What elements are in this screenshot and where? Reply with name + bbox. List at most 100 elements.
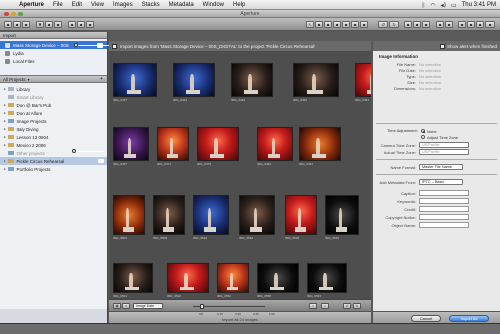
thumbnail-image[interactable] (167, 263, 209, 293)
menu-window[interactable]: Window (203, 2, 224, 8)
thumbnail[interactable]: IMG_0497 (299, 127, 341, 166)
show-alert-checkbox[interactable] (439, 43, 445, 49)
thumbnail[interactable]: IMG_0484 (257, 127, 293, 166)
split-view-button[interactable]: ▪ (413, 21, 421, 28)
import-button[interactable]: ▼ (36, 21, 44, 28)
thumbnail-image[interactable] (285, 195, 317, 235)
grid-view-button[interactable]: ▦ (113, 303, 121, 309)
thumbnail-image[interactable] (193, 195, 229, 235)
volume-icon[interactable]: ◂) (441, 2, 446, 9)
thumbnail-image[interactable] (307, 263, 347, 293)
patch-tool-button[interactable]: ▪ (351, 21, 359, 28)
chevron-down-icon[interactable]: ▾ (28, 77, 30, 82)
unstack-button[interactable]: ▪ (77, 21, 85, 28)
import-all-button[interactable]: Import All (449, 315, 489, 322)
rotate-right-small-button[interactable]: ↻ (353, 303, 361, 309)
project-item-dons-pub[interactable]: ▸ Don @ Bar's Pub (0, 101, 107, 109)
project-item-don-allure[interactable]: ▸ Don at Allure (0, 109, 107, 117)
thumbnail-image[interactable] (355, 63, 371, 97)
list-view-button[interactable]: ≡ (122, 303, 130, 309)
thumbnail[interactable]: IMG_0443 (173, 63, 215, 102)
select-all-checkbox[interactable] (112, 43, 117, 49)
redeye-tool-button[interactable]: ▪ (342, 21, 350, 28)
thumbnail-image[interactable] (113, 263, 153, 293)
menu-help[interactable]: Help (233, 2, 245, 8)
cancel-button[interactable]: Cancel (411, 315, 441, 322)
thumbnail-image[interactable] (197, 127, 239, 161)
rotate-right-button[interactable]: ↻ (389, 21, 399, 28)
menu-file[interactable]: File (53, 2, 63, 8)
thumbnail-image[interactable] (113, 127, 149, 161)
light-table-button[interactable]: ▪ (54, 21, 62, 28)
thumbnail-image[interactable] (153, 195, 185, 235)
thumbnail[interactable]: IMG_0558 (257, 263, 299, 298)
thumbnail[interactable]: IMG_0448 (231, 63, 273, 102)
thumbnail[interactable]: IMG_0541 (113, 263, 153, 298)
thumbnail-image[interactable] (239, 195, 275, 235)
apple-menu-icon[interactable] (6, 1, 14, 9)
rotate-left-small-button[interactable]: ↺ (343, 303, 351, 309)
import-source-lydia[interactable]: Lydia (0, 49, 107, 57)
thumbnail-image[interactable] (113, 63, 157, 97)
project-item-portfolio[interactable]: ▸ Portfolio Projects (0, 165, 107, 173)
caption-field[interactable] (419, 190, 469, 196)
camera-tz-select[interactable]: US/Pacific (419, 142, 469, 148)
thumbnail[interactable]: IMG_0437 (113, 63, 157, 102)
thumbnail[interactable]: IMG_0467 (113, 127, 149, 166)
credit-field[interactable] (419, 206, 469, 212)
rotate-left-button[interactable]: ↺ (378, 21, 388, 28)
bluetooth-icon[interactable]: ᛒ (422, 2, 426, 9)
radio-button[interactable] (421, 129, 425, 133)
thumbnail-image[interactable] (257, 127, 293, 161)
new-folder-button[interactable]: ▪ (13, 21, 21, 28)
thumbnail-size-slider[interactable] (189, 303, 269, 309)
copyright-field[interactable] (419, 214, 469, 220)
menu-stacks[interactable]: Stacks (142, 2, 160, 8)
thumbnail[interactable]: IMG_0546 (167, 263, 209, 298)
metadata-hud-button[interactable]: ▪ (476, 21, 484, 28)
thumbnail-image[interactable] (325, 195, 359, 235)
full-screen-button[interactable]: ▪ (436, 21, 444, 28)
keywords-field[interactable] (419, 198, 469, 204)
thumbnail[interactable]: IMG_0535 (325, 195, 359, 240)
slider-knob[interactable] (199, 303, 204, 309)
thumbnail[interactable]: IMG_0509 (153, 195, 185, 240)
thumbnail[interactable]: IMG_0528 (285, 195, 317, 240)
project-item-image-projects[interactable]: ▸ Image Projects (0, 117, 107, 125)
sort-select[interactable]: Image Date (133, 303, 163, 309)
menu-metadata[interactable]: Metadata (169, 2, 194, 8)
thumbnail[interactable]: IMG_0479 (197, 127, 239, 166)
project-item-lesson-13[interactable]: ▸ Lesson 13 0604 (0, 133, 107, 141)
name-format-select[interactable]: Master File Name (419, 164, 463, 170)
keywords-hud-button[interactable]: ▪ (485, 21, 495, 28)
thumbnail-image[interactable] (157, 127, 189, 161)
sort-order-button[interactable]: ▪ (321, 303, 329, 309)
new-project-button[interactable]: ▪ (4, 21, 12, 28)
import-source-local-files[interactable]: Local Files (0, 57, 107, 65)
actual-tz-select[interactable]: US/Pacific (419, 149, 469, 155)
project-item-pickle-circus[interactable]: ▸ Pickle Circus Rehearsal (0, 157, 107, 165)
second-display-button[interactable]: ▪ (445, 21, 453, 28)
inspector-button[interactable]: ▪ (458, 21, 466, 28)
thumbnail[interactable]: IMG_0501 (113, 195, 145, 240)
thumbnail[interactable]: IMG_0461 (355, 63, 371, 102)
viewer-only-button[interactable]: ▪ (422, 21, 430, 28)
thumbnail-image[interactable] (299, 127, 341, 161)
thumbnail-image[interactable] (231, 63, 273, 97)
project-item-mexico[interactable]: ▸ Mexico 2 2006 (0, 141, 107, 149)
object-name-field[interactable] (419, 222, 469, 228)
menu-images[interactable]: Images (113, 2, 133, 8)
crop-tool-button[interactable]: ▪ (315, 21, 323, 28)
thumbnail[interactable]: IMG_0471 (157, 127, 189, 166)
lift-stamp-tool-button[interactable]: ▪ (333, 21, 341, 28)
battery-icon[interactable]: ▭ (451, 2, 457, 9)
pick-button[interactable]: ▪ (86, 21, 94, 28)
menu-view[interactable]: View (91, 2, 104, 8)
project-item-italy-diving[interactable]: ▸ Italy Diving (0, 125, 107, 133)
adjustments-hud-button[interactable]: ▪ (467, 21, 475, 28)
project-item-library[interactable]: ▸ Library (0, 85, 107, 93)
thumbnail-image[interactable] (217, 263, 249, 293)
project-item-smart-library[interactable]: Smart Library (0, 93, 107, 101)
radio-button[interactable] (421, 135, 425, 139)
thumbnail[interactable]: IMG_0563 (307, 263, 347, 298)
